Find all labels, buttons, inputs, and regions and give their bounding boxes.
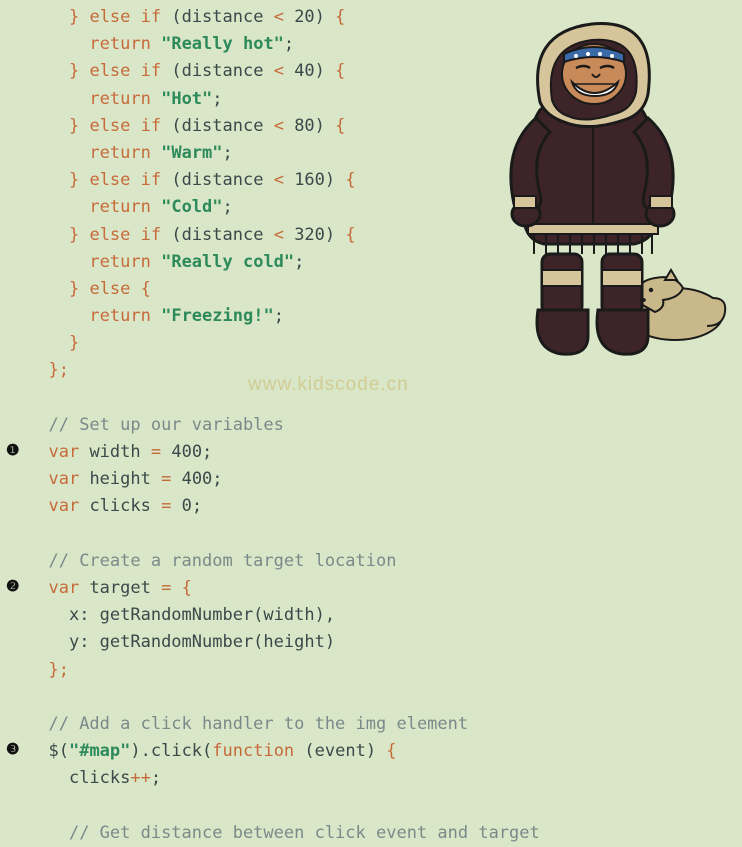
code-line: // Add a click handler to the img elemen… bbox=[0, 711, 742, 738]
callout-bullet: ❷ bbox=[6, 575, 19, 599]
code-line bbox=[0, 385, 742, 412]
callout-bullet: ❸ bbox=[6, 738, 19, 762]
code-line bbox=[0, 521, 742, 548]
callout-bullet: ❶ bbox=[6, 439, 19, 463]
code-line: }; bbox=[0, 657, 742, 684]
code-line: // Create a random target location bbox=[0, 548, 742, 575]
code-line: ❶ var width = 400; bbox=[0, 439, 742, 466]
code-line: ❷ var target = { bbox=[0, 575, 742, 602]
code-line: ❸ $("#map").click(function (event) { bbox=[0, 738, 742, 765]
code-line bbox=[0, 684, 742, 711]
code-line: x: getRandomNumber(width), bbox=[0, 602, 742, 629]
code-line: clicks++; bbox=[0, 765, 742, 792]
code-line: // Get distance between click event and … bbox=[0, 820, 742, 847]
code-line: var clicks = 0; bbox=[0, 493, 742, 520]
code-line: y: getRandomNumber(height) bbox=[0, 629, 742, 656]
eskimo-illustration bbox=[480, 10, 730, 370]
code-line bbox=[0, 792, 742, 819]
code-line: // Set up our variables bbox=[0, 412, 742, 439]
code-line: var height = 400; bbox=[0, 466, 742, 493]
